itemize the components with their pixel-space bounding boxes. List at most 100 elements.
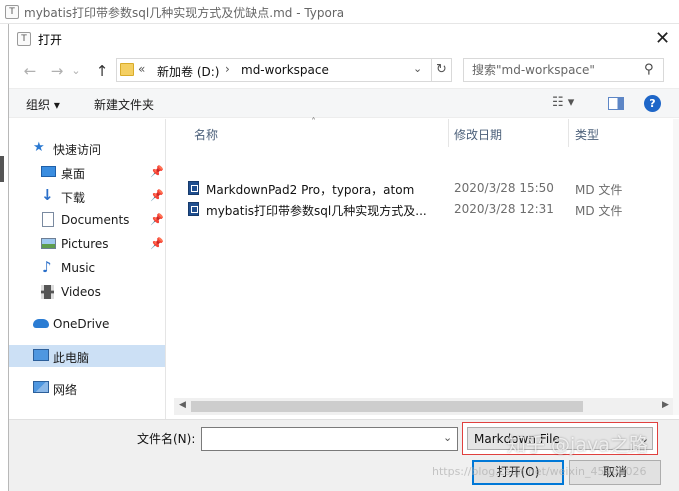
up-button[interactable]: ↑ <box>91 60 113 82</box>
sidebar-item-pictures[interactable]: Pictures 📌 <box>9 233 165 255</box>
vertical-scrollbar[interactable] <box>673 119 679 415</box>
videos-icon <box>41 285 54 299</box>
markdown-file-icon <box>188 181 199 195</box>
file-type: MD 文件 <box>575 204 623 218</box>
arrow-left-icon: ← <box>23 62 37 80</box>
background-window-edge <box>0 156 4 182</box>
column-divider[interactable] <box>568 119 569 147</box>
back-button[interactable]: ← <box>19 60 41 82</box>
close-button[interactable]: ✕ <box>645 24 679 54</box>
pictures-icon <box>41 238 56 249</box>
breadcrumb-drive[interactable]: 新加卷 (D:) <box>157 63 219 80</box>
open-button[interactable]: 打开(O) <box>472 460 564 485</box>
scroll-right-icon[interactable]: ▶ <box>662 400 669 410</box>
refresh-icon: ↻ <box>436 62 447 77</box>
cloud-icon <box>33 319 49 328</box>
arrow-right-icon: → <box>50 62 64 80</box>
app-title-bar: T mybatis打印带参数sql几种实现方式及优缺点.md - Typora <box>0 0 679 24</box>
file-name: MarkdownPad2 Pro，typora，atom <box>206 183 415 197</box>
overflow-chevron-icon[interactable]: « <box>138 62 145 76</box>
organize-button[interactable]: 组织 ▾ <box>26 96 60 113</box>
file-list: ˄ 名称 修改日期 类型 MarkdownPad2 Pro，typora，ato… <box>174 117 670 419</box>
sidebar-item-label: Documents <box>61 213 130 227</box>
app-title: mybatis打印带参数sql几种实现方式及优缺点.md - Typora <box>24 6 345 20</box>
filename-combobox[interactable]: ⌄ <box>201 427 458 451</box>
network-icon <box>33 381 49 393</box>
view-options-button[interactable]: ☷ ▾ <box>552 95 574 110</box>
column-divider[interactable] <box>448 119 449 147</box>
sort-ascending-icon: ˄ <box>311 117 316 128</box>
search-box[interactable]: ⚲ <box>463 58 664 82</box>
search-icon[interactable]: ⚲ <box>644 62 654 77</box>
chevron-down-icon[interactable]: ⌄ <box>443 431 452 444</box>
column-header-date[interactable]: 修改日期 <box>454 126 502 143</box>
sidebar-item-quick-access[interactable]: ★ 快速访问 <box>9 137 165 159</box>
open-file-dialog: T 打开 ✕ ← → ⌄ ↑ « 新加卷 (D:) › md-workspace… <box>8 24 679 491</box>
sidebar-item-label: OneDrive <box>53 317 110 331</box>
pin-icon[interactable]: 📌 <box>150 213 164 226</box>
file-date: 2020/3/28 15:50 <box>454 181 554 195</box>
column-header-name[interactable]: 名称 <box>194 126 218 143</box>
column-header-type[interactable]: 类型 <box>575 126 599 143</box>
filetype-value: Markdown File <box>474 432 560 446</box>
sidebar-item-this-pc[interactable]: 此电脑 <box>9 345 165 367</box>
navigation-pane: ★ 快速访问 桌面 📌 ↓ 下载 📌 Documents 📌 Pictures … <box>9 119 165 419</box>
sidebar-item-network[interactable]: 网络 <box>9 377 165 399</box>
horizontal-scrollbar[interactable]: ◀ ▶ <box>174 398 673 415</box>
help-icon[interactable]: ? <box>644 95 661 112</box>
preview-pane-icon[interactable] <box>608 97 624 110</box>
sidebar-item-label: 下载 <box>61 191 86 205</box>
search-input[interactable] <box>464 59 639 81</box>
sidebar-item-videos[interactable]: Videos <box>9 281 165 303</box>
star-icon: ★ <box>33 140 45 155</box>
sidebar-item-label: 网络 <box>53 383 78 397</box>
filetype-highlight: Markdown File ⌄ <box>462 422 658 455</box>
sidebar-item-label: Pictures <box>61 237 109 251</box>
sidebar-item-label: 桌面 <box>61 167 86 181</box>
download-icon: ↓ <box>41 186 54 204</box>
computer-icon <box>33 349 49 361</box>
chevron-down-icon: ⌄ <box>640 432 650 445</box>
typora-icon: T <box>5 5 19 19</box>
refresh-button[interactable]: ↻ <box>432 58 452 82</box>
pin-icon[interactable]: 📌 <box>150 237 164 250</box>
address-bar[interactable]: « 新加卷 (D:) › md-workspace ⌄ <box>116 58 432 82</box>
documents-icon <box>42 212 54 227</box>
dialog-footer: 文件名(N): ⌄ Markdown File ⌄ 打开(O) 取消 <box>9 419 679 491</box>
filetype-dropdown[interactable]: Markdown File ⌄ <box>467 427 653 450</box>
table-row[interactable]: MarkdownPad2 Pro，typora，atom 2020/3/28 1… <box>174 178 670 199</box>
scroll-left-icon[interactable]: ◀ <box>179 400 186 410</box>
scrollbar-thumb[interactable] <box>191 401 583 412</box>
new-folder-button[interactable]: 新建文件夹 <box>94 96 154 113</box>
typora-icon: T <box>17 32 31 46</box>
forward-button[interactable]: → <box>46 60 68 82</box>
music-icon: ♪ <box>42 258 52 276</box>
sidebar-item-downloads[interactable]: ↓ 下载 📌 <box>9 185 165 207</box>
dialog-title: 打开 <box>38 33 63 47</box>
sidebar-item-desktop[interactable]: 桌面 📌 <box>9 161 165 183</box>
breadcrumb-separator-icon[interactable]: › <box>225 62 230 76</box>
table-row[interactable]: mybatis打印带参数sql几种实现方式及... 2020/3/28 12:3… <box>174 199 670 220</box>
sidebar-item-label: Music <box>61 261 96 275</box>
pane-divider[interactable] <box>165 119 166 419</box>
file-type: MD 文件 <box>575 183 623 197</box>
breadcrumb-folder[interactable]: md-workspace <box>241 63 329 77</box>
recent-locations-button[interactable]: ⌄ <box>69 60 83 82</box>
markdown-file-icon <box>188 202 199 216</box>
cancel-button[interactable]: 取消 <box>569 460 661 485</box>
sidebar-item-label: Videos <box>61 285 101 299</box>
desktop-icon <box>41 166 56 177</box>
sidebar-item-onedrive[interactable]: OneDrive <box>9 313 165 335</box>
file-date: 2020/3/28 12:31 <box>454 202 554 216</box>
sidebar-item-label: 此电脑 <box>53 351 90 365</box>
sidebar-item-documents[interactable]: Documents 📌 <box>9 209 165 231</box>
pin-icon[interactable]: 📌 <box>150 165 164 178</box>
close-icon: ✕ <box>654 28 671 49</box>
pin-icon[interactable]: 📌 <box>150 189 164 202</box>
chevron-down-icon[interactable]: ⌄ <box>413 62 422 75</box>
sidebar-item-music[interactable]: ♪ Music <box>9 257 165 279</box>
filename-field[interactable] <box>202 428 437 450</box>
sidebar-item-label: 快速访问 <box>53 143 102 157</box>
folder-icon <box>120 63 134 76</box>
arrow-up-icon: ↑ <box>95 62 109 80</box>
